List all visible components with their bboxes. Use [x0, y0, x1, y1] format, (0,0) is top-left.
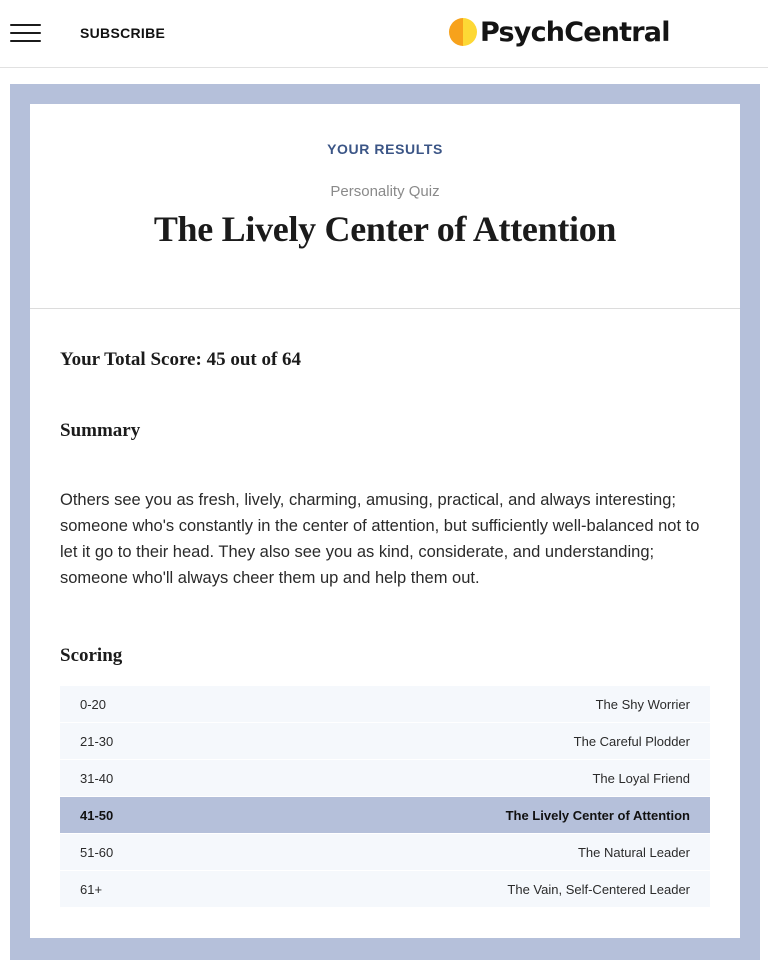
psychcentral-logo[interactable]: PsychCentral: [448, 14, 670, 50]
total-score: Your Total Score: 45 out of 64: [60, 349, 302, 370]
results-header: YOUR RESULTS Personality Quiz The Lively…: [30, 104, 740, 309]
hamburger-menu-icon[interactable]: [10, 22, 41, 44]
scoring-range: 21-30: [80, 734, 114, 749]
scoring-range: 51-60: [80, 845, 114, 860]
scoring-row-4: 51-60 The Natural Leader: [60, 834, 710, 871]
scoring-range: 61+: [80, 882, 103, 897]
scoring-label: The Careful Plodder: [573, 734, 690, 749]
summary-text: Others see you as fresh, lively, charmin…: [60, 491, 700, 587]
scoring-label: The Shy Worrier: [595, 697, 690, 712]
scoring-heading: Scoring: [60, 645, 123, 666]
results-card: YOUR RESULTS Personality Quiz The Lively…: [30, 104, 740, 938]
site-header: SUBSCRIBE PsychCentral: [0, 0, 768, 68]
scoring-row-5: 61+ The Vain, Self-Centered Leader: [60, 871, 710, 908]
subscribe-link[interactable]: SUBSCRIBE: [80, 25, 165, 41]
scoring-range: 0-20: [80, 697, 107, 712]
logo-mark-icon: [449, 18, 477, 46]
scoring-label: The Vain, Self-Centered Leader: [507, 882, 690, 897]
results-eyebrow: YOUR RESULTS: [327, 141, 443, 157]
scoring-table: 0-20 The Shy Worrier 21-30 The Careful P…: [60, 686, 710, 908]
scoring-row-1: 21-30 The Careful Plodder: [60, 723, 710, 760]
scoring-label: The Lively Center of Attention: [505, 808, 690, 823]
summary-heading: Summary: [60, 420, 141, 441]
quiz-type-label: Personality Quiz: [330, 183, 440, 200]
scoring-row-0: 0-20 The Shy Worrier: [60, 686, 710, 723]
result-title: The Lively Center of Attention: [153, 209, 617, 249]
scoring-label: The Loyal Friend: [592, 771, 690, 786]
scoring-row-2: 31-40 The Loyal Friend: [60, 760, 710, 797]
scoring-row-3: 41-50 The Lively Center of Attention: [60, 797, 710, 834]
logo-text: PsychCentral: [480, 16, 670, 48]
results-frame: YOUR RESULTS Personality Quiz The Lively…: [10, 84, 760, 960]
scoring-label: The Natural Leader: [577, 845, 690, 860]
scoring-range: 31-40: [80, 771, 114, 786]
scoring-range: 41-50: [80, 808, 114, 823]
